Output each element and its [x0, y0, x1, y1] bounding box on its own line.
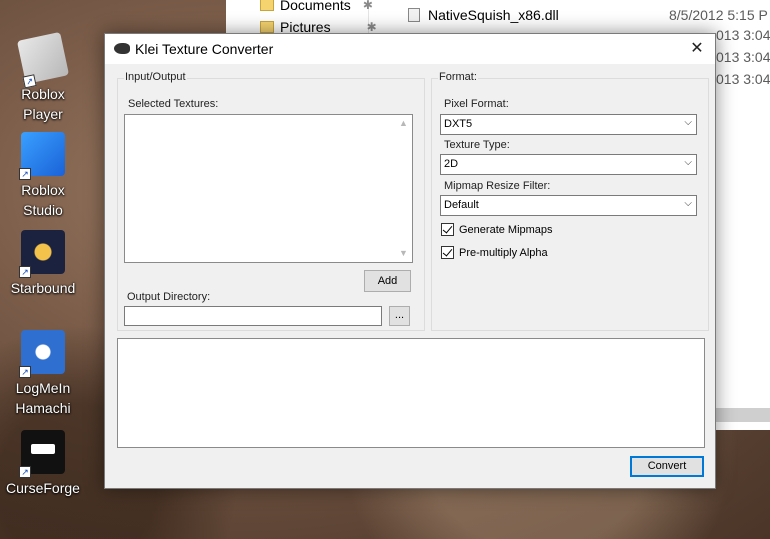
file-name: NativeSquish_x86.dll [428, 7, 559, 23]
scroll-down-icon[interactable]: ▼ [395, 245, 412, 262]
desktop-icon-starbound[interactable]: ↗ Starbound [0, 230, 86, 298]
chevron-down-icon: ⌵ [684, 157, 692, 168]
roblox-player-icon: ↗ [16, 31, 70, 89]
starbound-icon: ↗ [19, 230, 65, 278]
premultiply-alpha-checkbox[interactable]: Pre-multiply Alpha [441, 246, 548, 259]
close-button[interactable]: ✕ [679, 34, 715, 64]
file-date: 013 3:04 [716, 27, 770, 43]
pictures-folder-icon [260, 21, 274, 33]
output-directory-label: Output Directory: [127, 291, 211, 303]
pixel-format-label: Pixel Format: [444, 98, 509, 110]
file-date: 013 3:04 [716, 49, 770, 65]
chevron-down-icon: ⌵ [684, 198, 692, 209]
klei-texture-converter-dialog: Klei Texture Converter ✕ Input/Output Se… [104, 33, 716, 489]
pin-icon: ✱ [366, 20, 377, 34]
shortcut-arrow-icon: ↗ [19, 266, 31, 278]
checkmark-icon [441, 223, 454, 236]
input-output-group-label: Input/Output [124, 71, 187, 83]
list-vertical-scrollbar[interactable]: ▲ ▼ [395, 115, 412, 262]
checkmark-icon [441, 246, 454, 259]
mipmap-resize-filter-label: Mipmap Resize Filter: [444, 180, 551, 192]
pixel-format-select[interactable]: DXT5 ⌵ [440, 114, 697, 135]
documents-folder-icon [260, 0, 274, 11]
browse-button[interactable]: ... [389, 306, 410, 326]
nav-item-documents[interactable]: Documents ✱ [260, 0, 373, 16]
desktop-icon-roblox-player[interactable]: ↗ Roblox Player [0, 31, 86, 124]
title-bar[interactable]: Klei Texture Converter ✕ [105, 34, 715, 64]
pin-icon: ✱ [362, 0, 373, 12]
convert-button[interactable]: Convert [630, 456, 704, 477]
desktop-icon-curseforge[interactable]: ↗ CurseForge [0, 430, 86, 498]
mipmap-resize-filter-select[interactable]: Default ⌵ [440, 195, 697, 216]
conversion-log-box[interactable] [117, 338, 705, 448]
shortcut-arrow-icon: ↗ [19, 366, 31, 378]
klei-app-icon [114, 43, 130, 54]
file-date: 8/5/2012 5:15 P [669, 7, 768, 23]
window-title: Klei Texture Converter [135, 41, 274, 57]
scroll-up-icon[interactable]: ▲ [395, 115, 412, 132]
file-date: 013 3:04 [716, 71, 770, 87]
add-button[interactable]: Add [364, 270, 411, 292]
file-row[interactable]: NativeSquish_x86.dll [408, 4, 559, 26]
selected-textures-list[interactable]: ▲ ▼ [124, 114, 413, 263]
output-directory-input[interactable] [124, 306, 382, 326]
shortcut-arrow-icon: ↗ [19, 466, 31, 478]
shortcut-arrow-icon: ↗ [19, 168, 31, 180]
hamachi-icon: ↗ [19, 330, 65, 378]
shortcut-arrow-icon: ↗ [22, 74, 37, 89]
chevron-down-icon: ⌵ [684, 117, 692, 128]
texture-type-label: Texture Type: [444, 139, 510, 151]
dll-file-icon [408, 8, 420, 22]
roblox-studio-icon: ↗ [19, 132, 65, 180]
desktop-icon-roblox-studio[interactable]: ↗ Roblox Studio [0, 132, 86, 220]
selected-textures-label: Selected Textures: [128, 98, 219, 110]
curseforge-icon: ↗ [19, 430, 65, 478]
desktop-icon-hamachi[interactable]: ↗ LogMeIn Hamachi [0, 330, 86, 418]
generate-mipmaps-checkbox[interactable]: Generate Mipmaps [441, 223, 553, 236]
format-group-label: Format: [438, 71, 478, 83]
texture-type-select[interactable]: 2D ⌵ [440, 154, 697, 175]
